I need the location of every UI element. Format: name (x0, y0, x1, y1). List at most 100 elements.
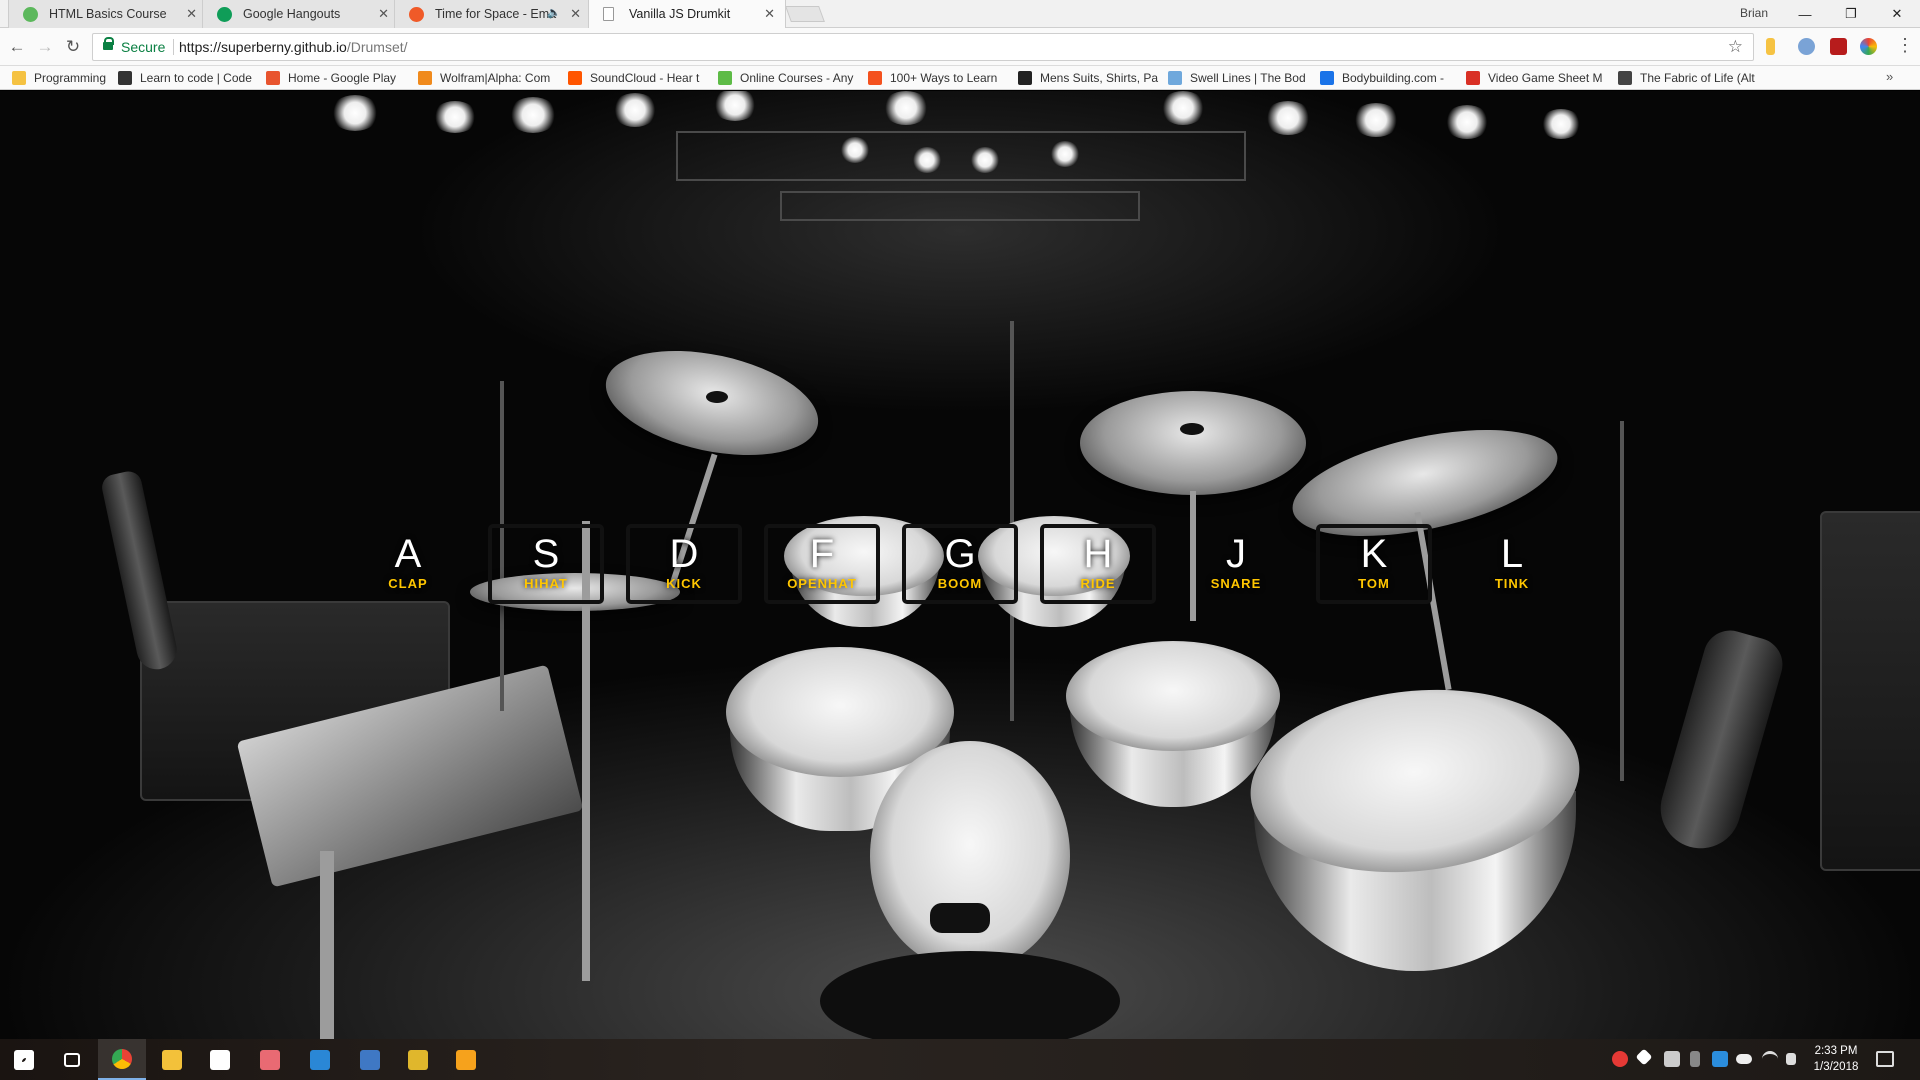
tray-network-icon[interactable] (1664, 1051, 1680, 1067)
bookmark-item[interactable]: Home - Google Play (266, 69, 396, 87)
vscode-icon (310, 1049, 330, 1070)
minimize-icon[interactable]: — (1782, 0, 1828, 28)
key-sound-label: OPENHAT (787, 576, 857, 591)
drum-key-j[interactable]: J SNARE (1178, 524, 1294, 604)
wolfram-icon (418, 71, 432, 85)
taskbar-chrome[interactable] (98, 1039, 146, 1080)
bookmark-label: Bodybuilding.com - (1342, 71, 1445, 85)
taskbar-start[interactable] (0, 1039, 48, 1080)
taskbar-sourcetree[interactable] (346, 1039, 394, 1080)
color-picker-icon[interactable] (1860, 38, 1877, 55)
tab-title: Google Hangouts (243, 7, 341, 21)
drumkit-page: A CLAP S HIHAT D KICK F OPENHAT G BOOM H RIDE J SNARE… (0, 91, 1920, 1039)
taskbar-file-explorer[interactable] (148, 1039, 196, 1080)
tray-app-icon[interactable] (1612, 1051, 1628, 1067)
onedrive-icon[interactable] (1736, 1054, 1752, 1064)
bookmark-item[interactable]: Bodybuilding.com - (1320, 69, 1444, 87)
url-host: https://superberny.github.io (179, 39, 347, 55)
forward-arrow-icon[interactable]: → (34, 36, 56, 58)
close-tab-icon[interactable]: ✕ (764, 6, 775, 22)
bookmark-label: Mens Suits, Shirts, Pa (1040, 71, 1159, 85)
tab-google-hangouts[interactable]: Google Hangouts ✕ (202, 0, 400, 28)
git-extensions-icon (408, 1049, 428, 1070)
slack-icon (210, 1049, 230, 1070)
url-text[interactable]: https://superberny.github.io/Drumset/ (179, 39, 408, 55)
extension-icon[interactable] (1798, 38, 1815, 55)
drum-keys: A CLAP S HIHAT D KICK F OPENHAT G BOOM H RIDE J SNARE… (0, 91, 1920, 1039)
drum-key-g[interactable]: G BOOM (902, 524, 1018, 604)
bookmark-item[interactable]: Swell Lines | The Bod (1168, 69, 1306, 87)
drum-key-s[interactable]: S HIHAT (488, 524, 604, 604)
mario-icon (1466, 71, 1480, 85)
tab-favicon-icon (409, 7, 424, 22)
tray-settings-icon[interactable] (1635, 1048, 1653, 1066)
drum-key-h[interactable]: H RIDE (1040, 524, 1156, 604)
close-window-icon[interactable]: ✕ (1874, 0, 1920, 28)
system-clock[interactable]: 2:33 PM 1/3/2018 (1806, 1043, 1866, 1075)
close-tab-icon[interactable]: ✕ (570, 6, 581, 22)
taskbar-slack[interactable] (196, 1039, 244, 1080)
tab-title: HTML Basics Course (49, 7, 167, 21)
speaker-icon[interactable]: 🔈 (547, 6, 561, 19)
bookmark-label: Online Courses - Any (740, 71, 854, 85)
bookmark-item[interactable]: Video Game Sheet M (1466, 69, 1603, 87)
key-letter: G (944, 532, 976, 576)
bookmark-item[interactable]: 100+ Ways to Learn (868, 69, 997, 87)
reload-icon[interactable]: ↻ (62, 36, 84, 58)
taskbar-task-view[interactable] (48, 1039, 96, 1080)
menu-icon[interactable]: ⋮ (1896, 36, 1914, 54)
bookmark-item[interactable]: SoundCloud - Hear t (568, 69, 699, 87)
back-arrow-icon[interactable]: ← (6, 36, 28, 58)
page-icon (603, 7, 614, 21)
drum-key-f[interactable]: F OPENHAT (764, 524, 880, 604)
bookmark-label: Swell Lines | The Bod (1190, 71, 1306, 85)
key-letter: H (1083, 532, 1113, 576)
bookmark-item[interactable]: Learn to code | Code (118, 69, 252, 87)
extension-icon[interactable] (1766, 38, 1775, 55)
volume-icon[interactable] (1786, 1053, 1796, 1065)
dropbox-icon[interactable] (1712, 1051, 1728, 1067)
folder-icon (12, 71, 26, 85)
soundcloud-icon (568, 71, 582, 85)
clock-date: 1/3/2018 (1813, 1061, 1859, 1073)
new-tab-button[interactable] (785, 6, 825, 22)
key-letter: F (809, 532, 835, 576)
wifi-icon[interactable] (1762, 1051, 1778, 1067)
bookmark-item[interactable]: The Fabric of Life (Alt (1618, 69, 1755, 87)
secure-label: Secure (121, 39, 166, 55)
bookmark-item[interactable]: Online Courses - Any (718, 69, 853, 87)
close-tab-icon[interactable]: ✕ (378, 6, 389, 22)
tab-html-basics[interactable]: HTML Basics Course ✕ (8, 0, 208, 28)
bookmark-item[interactable]: Programming (12, 69, 106, 87)
shield-icon[interactable] (1830, 38, 1847, 55)
profile-name[interactable]: Brian (1740, 6, 1768, 20)
tab-time-for-space[interactable]: Time for Space - Ema 🔈 ✕ (394, 0, 592, 28)
key-sound-label: CLAP (388, 576, 428, 591)
bookmark-item[interactable]: Mens Suits, Shirts, Pa (1018, 69, 1158, 87)
key-sound-label: BOOM (937, 576, 983, 591)
taskbar-git-extensions[interactable] (394, 1039, 442, 1080)
action-center-icon[interactable] (1876, 1051, 1894, 1067)
drum-key-a[interactable]: A CLAP (350, 524, 466, 604)
drum-key-d[interactable]: D KICK (626, 524, 742, 604)
bookmark-item[interactable]: Wolfram|Alpha: Com (418, 69, 550, 87)
address-bar[interactable]: Secure https://superberny.github.io/Drum… (92, 33, 1754, 61)
tab-vanilla-js-drumkit[interactable]: Vanilla JS Drumkit ✕ (588, 0, 786, 28)
udemy-icon (718, 71, 732, 85)
browser-tab-strip: HTML Basics Course ✕ Google Hangouts ✕ T… (0, 0, 1920, 28)
restore-icon[interactable]: ❐ (1828, 0, 1874, 28)
drum-key-k[interactable]: K TOM (1316, 524, 1432, 604)
drum-key-l[interactable]: L TINK (1454, 524, 1570, 604)
more-bookmarks-icon[interactable]: » (1886, 69, 1893, 84)
usb-icon[interactable] (1690, 1051, 1700, 1067)
bookmark-star-icon[interactable]: ☆ (1728, 37, 1743, 57)
chrome-icon (112, 1048, 132, 1069)
key-letter: S (532, 532, 560, 576)
taskbar-gitkraken[interactable] (246, 1039, 294, 1080)
url-path: /Drumset/ (346, 39, 408, 55)
browser-toolbar: ← → ↻ Secure https://superberny.github.i… (0, 28, 1920, 66)
taskbar-vscode[interactable] (296, 1039, 344, 1080)
taskbar-media-player[interactable] (442, 1039, 490, 1080)
close-tab-icon[interactable]: ✕ (186, 6, 197, 22)
media-player-icon (456, 1049, 476, 1070)
